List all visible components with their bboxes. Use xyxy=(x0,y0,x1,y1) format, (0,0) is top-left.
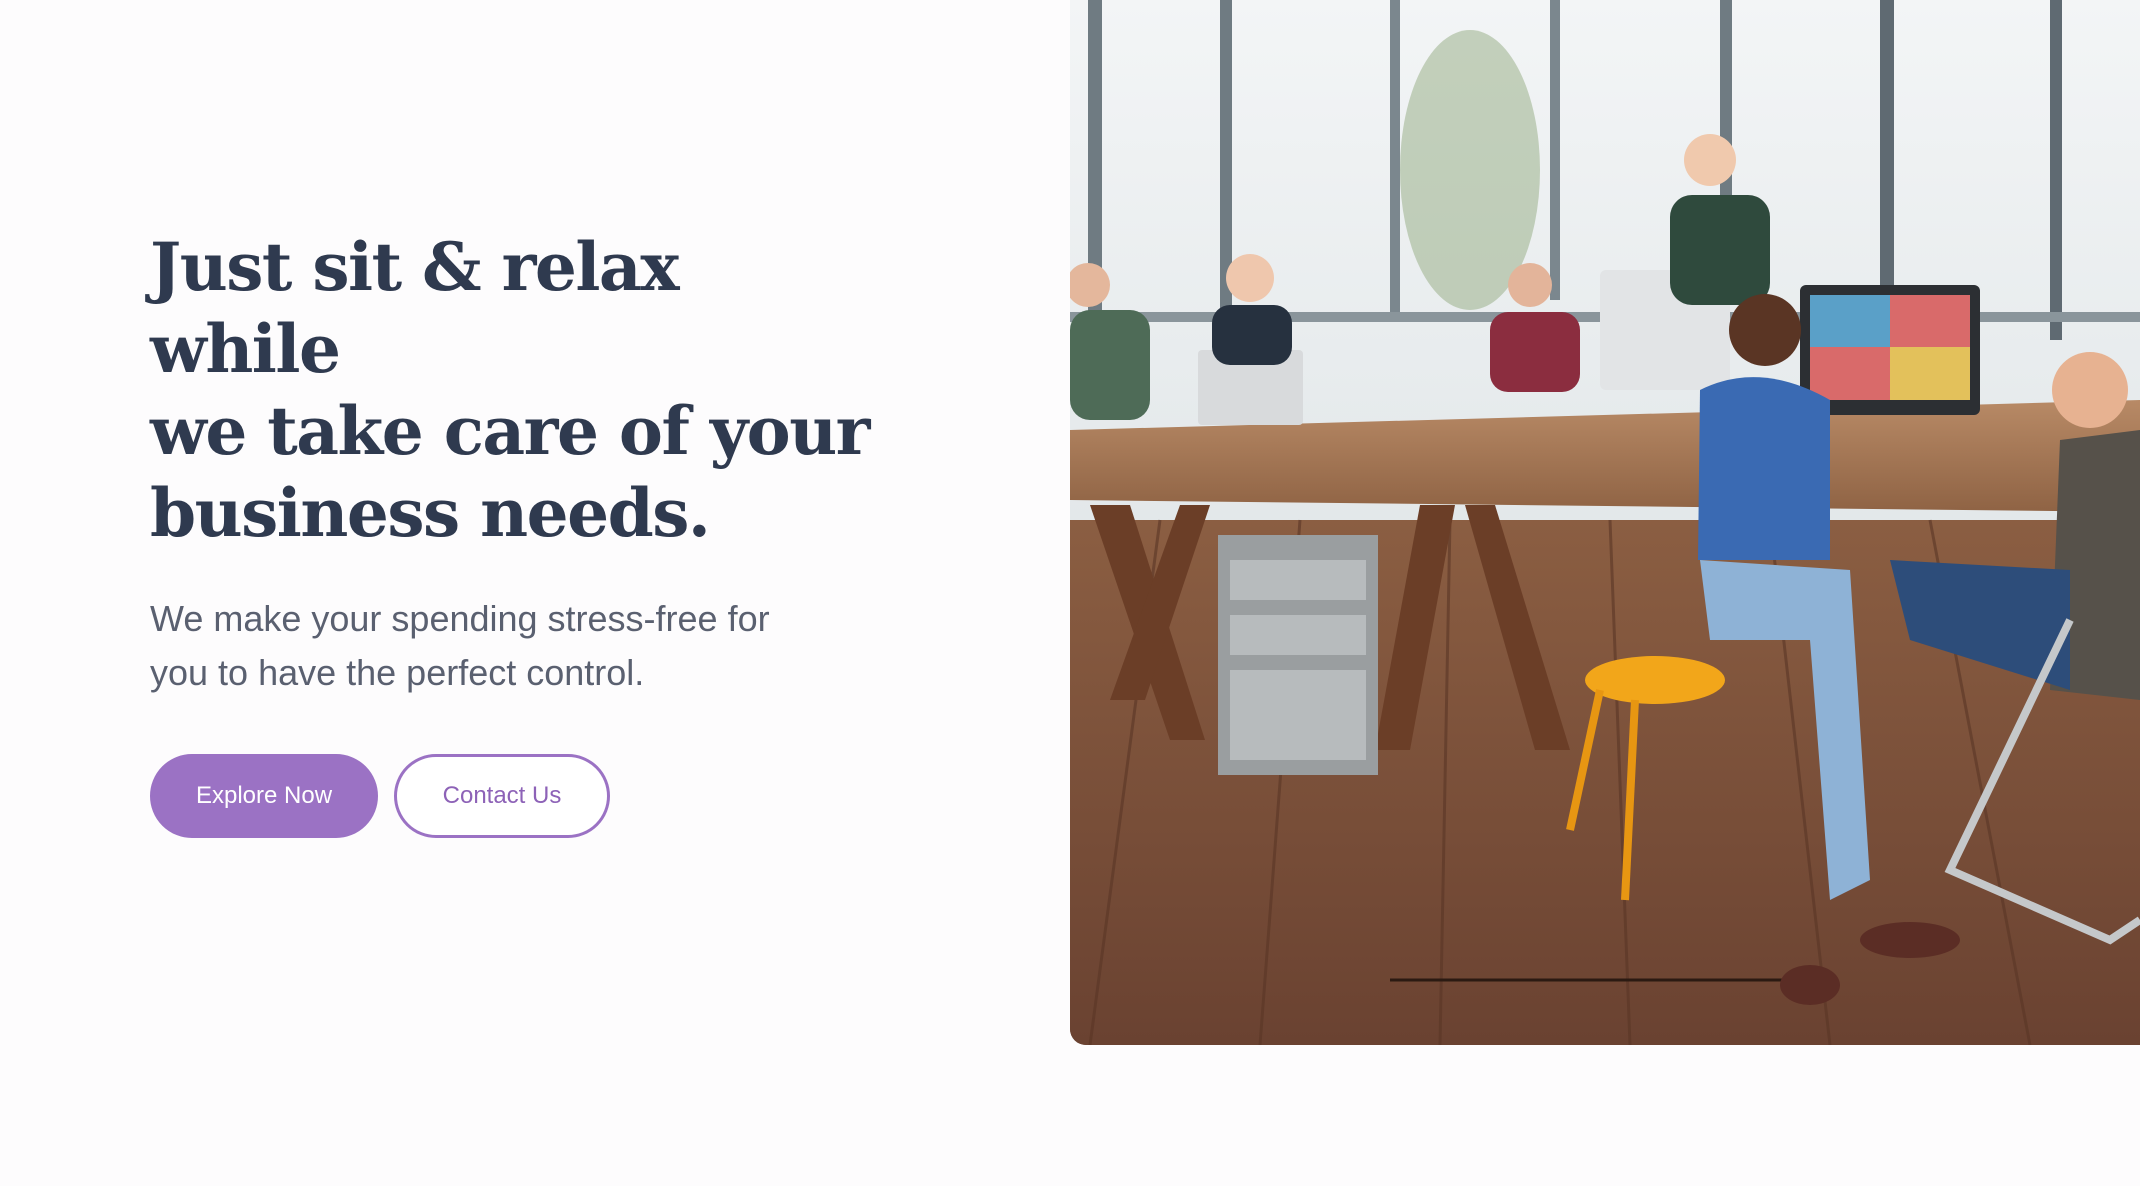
headline-line-1: Just sit & relax while xyxy=(150,228,680,388)
explore-now-button[interactable]: Explore Now xyxy=(150,754,378,838)
hero-headline: Just sit & relax while we take care of y… xyxy=(150,226,870,554)
cta-buttons: Explore Now Contact Us xyxy=(150,754,870,838)
hero-subtext: We make your spending stress-free for yo… xyxy=(150,592,830,700)
subtext-line-2: you to have the perfect control. xyxy=(150,652,645,693)
headline-line-2: we take care of your xyxy=(150,392,870,470)
contact-us-button[interactable]: Contact Us xyxy=(394,754,610,838)
team-office-photo xyxy=(1070,0,2140,1045)
headline-line-3: business needs. xyxy=(150,474,711,552)
hero-text-block: Just sit & relax while we take care of y… xyxy=(150,226,870,838)
hero-section: Just sit & relax while we take care of y… xyxy=(0,0,2140,1186)
subtext-line-1: We make your spending stress-free for xyxy=(150,598,770,639)
